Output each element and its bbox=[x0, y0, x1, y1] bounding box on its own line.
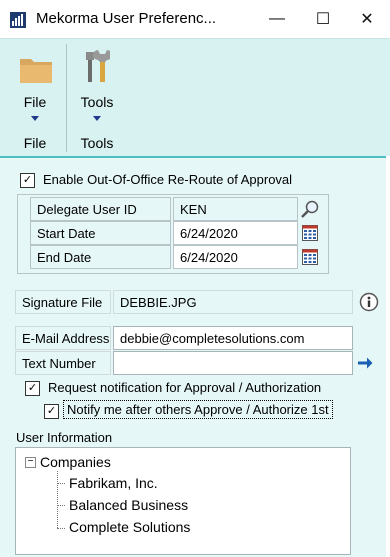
signature-file-label: Signature File bbox=[15, 290, 111, 314]
user-information-label: User Information bbox=[16, 430, 113, 445]
calendar-icon[interactable] bbox=[302, 225, 318, 241]
tree-item-company[interactable]: Balanced Business bbox=[69, 497, 188, 513]
signature-file-field[interactable]: DEBBIE.JPG bbox=[113, 290, 353, 314]
title-bar: Mekorma User Preferenc... — ☐ ✕ bbox=[0, 0, 390, 38]
window-title: Mekorma User Preferenc... bbox=[36, 10, 217, 27]
email-address-label: E-Mail Address bbox=[15, 326, 111, 350]
arrow-right-icon[interactable] bbox=[356, 354, 374, 372]
tree-connector bbox=[57, 528, 65, 529]
text-number-label: Text Number bbox=[15, 351, 111, 375]
end-date-label: End Date bbox=[30, 245, 171, 269]
tree-connector bbox=[57, 483, 65, 484]
app-logo-icon bbox=[10, 12, 26, 28]
request-notification-checkbox[interactable]: ✓ bbox=[25, 381, 40, 396]
start-date-label: Start Date bbox=[30, 221, 171, 245]
minimize-button[interactable]: — bbox=[254, 0, 300, 38]
tree-connector bbox=[57, 505, 65, 506]
email-address-field[interactable]: debbie@completesolutions.com bbox=[113, 326, 353, 350]
file-group-label: File bbox=[23, 135, 47, 151]
tree-connector bbox=[57, 471, 58, 528]
tools-group-label: Tools bbox=[80, 135, 114, 151]
enable-out-of-office-label: Enable Out-Of-Office Re-Route of Approva… bbox=[43, 172, 293, 187]
tools-button[interactable]: Tools bbox=[70, 44, 124, 126]
tools-icon bbox=[84, 48, 112, 84]
chevron-down-icon bbox=[93, 116, 101, 121]
text-number-field[interactable] bbox=[113, 351, 353, 375]
file-button-label: File bbox=[23, 94, 47, 110]
collapse-toggle-icon[interactable]: − bbox=[25, 457, 36, 468]
close-button[interactable]: ✕ bbox=[344, 0, 390, 38]
ribbon-separator bbox=[66, 44, 67, 152]
window-edge bbox=[386, 156, 390, 555]
calendar-icon[interactable] bbox=[302, 249, 318, 265]
start-date-field[interactable]: 6/24/2020 bbox=[173, 221, 298, 245]
chevron-down-icon bbox=[31, 116, 39, 121]
info-icon[interactable] bbox=[359, 292, 379, 312]
tree-item-company[interactable]: Complete Solutions bbox=[69, 519, 190, 535]
lookup-icon[interactable] bbox=[300, 199, 320, 219]
tree-item-company[interactable]: Fabrikam, Inc. bbox=[69, 475, 158, 491]
end-date-field[interactable]: 6/24/2020 bbox=[173, 245, 298, 269]
file-button[interactable]: File bbox=[6, 44, 64, 126]
tree-root-companies[interactable]: Companies bbox=[40, 454, 111, 470]
notify-after-others-checkbox[interactable]: ✓ bbox=[44, 404, 59, 419]
folder-icon bbox=[19, 54, 53, 84]
tools-button-label: Tools bbox=[80, 94, 114, 110]
delegate-user-id-field[interactable]: KEN bbox=[173, 197, 298, 221]
maximize-button[interactable]: ☐ bbox=[300, 0, 346, 38]
delegate-user-id-label: Delegate User ID bbox=[30, 197, 171, 221]
enable-out-of-office-checkbox[interactable]: ✓ bbox=[20, 173, 35, 188]
notify-after-others-label: Notify me after others Approve / Authori… bbox=[63, 400, 333, 419]
request-notification-label: Request notification for Approval / Auth… bbox=[48, 380, 322, 395]
